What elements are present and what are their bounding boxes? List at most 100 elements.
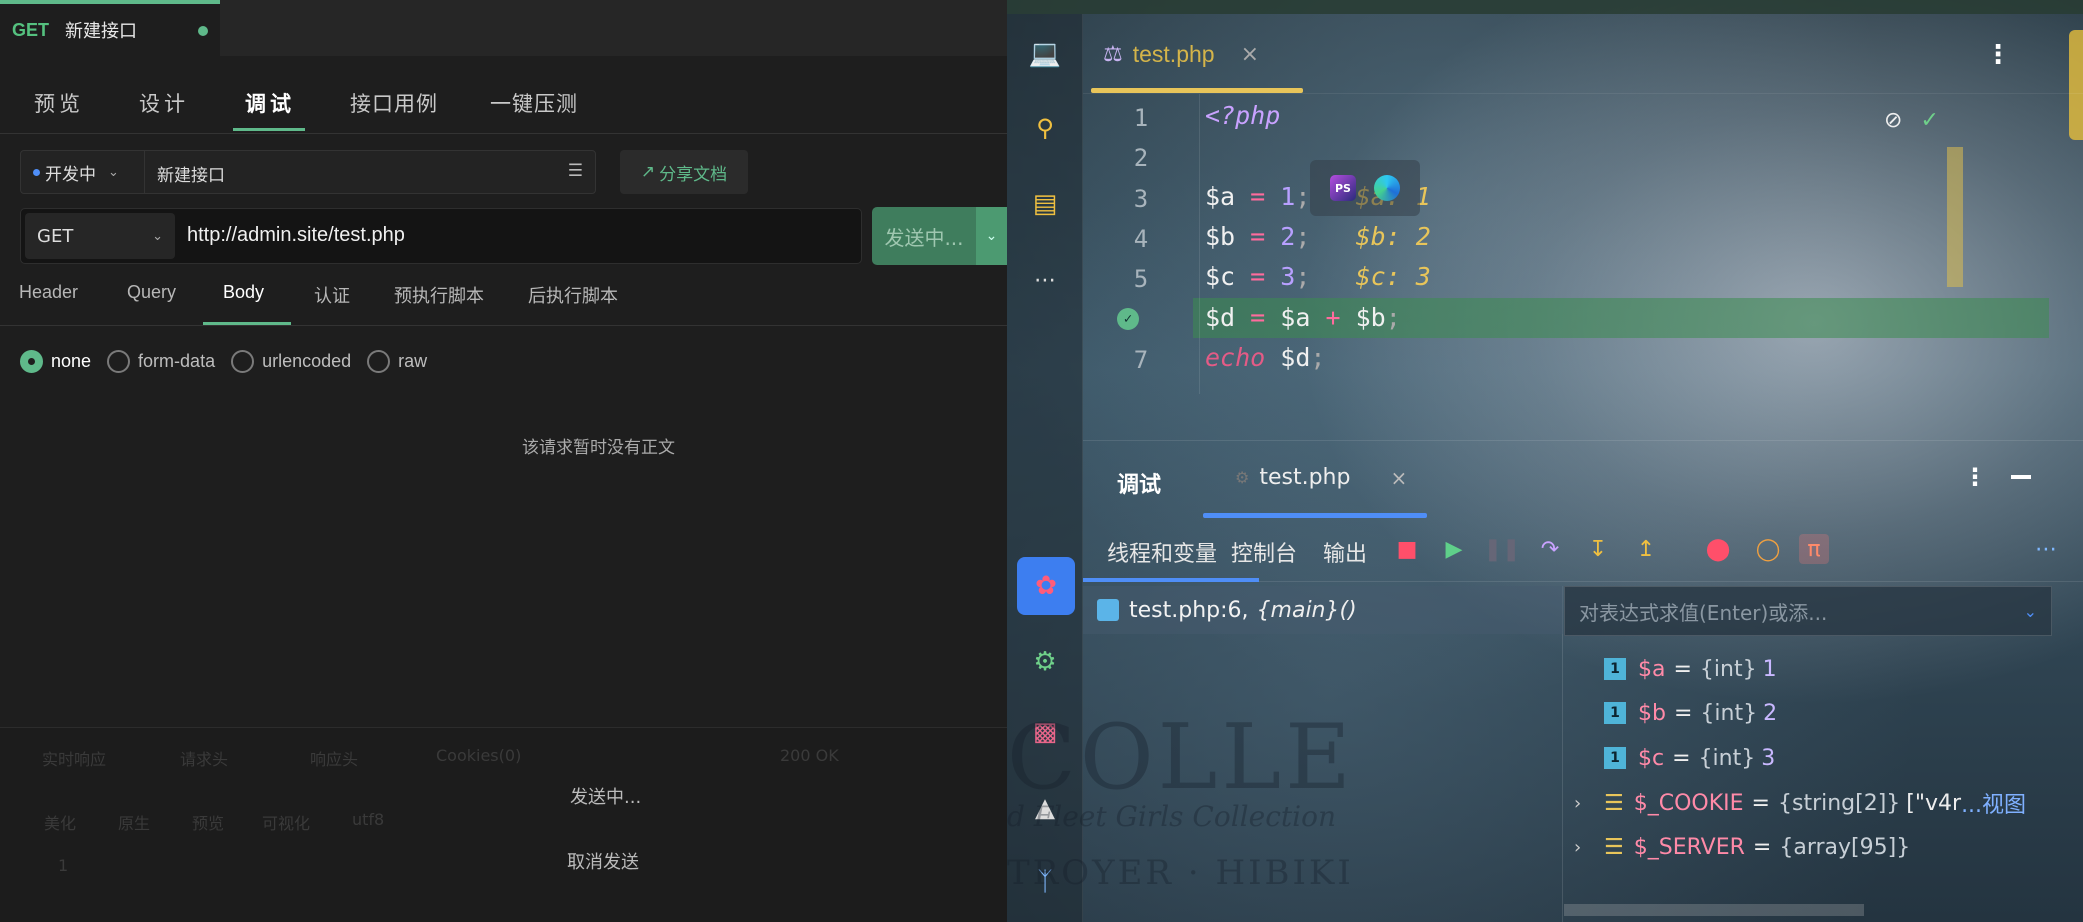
subtab-preview[interactable]: 预览 xyxy=(192,810,224,834)
code-editor[interactable]: 1 2 3 4 5 ✓ 7 <?php $a = 1; $a: 1 $b = 2… xyxy=(1083,94,2049,394)
desktop: GET 新建接口 预览 设计 调试 接口用例 一键压测 开发中 ⌄ 新建接口 ☰… xyxy=(0,0,2083,922)
edge-browser-icon[interactable] xyxy=(1374,175,1400,201)
chevron-down-icon[interactable]: ⌄ xyxy=(2024,602,2037,621)
step-into-icon[interactable]: ↧ xyxy=(1583,534,1613,564)
editor-tab-test-php[interactable]: ⚖ test.php × xyxy=(1091,14,1303,94)
no-problems-check-icon[interactable]: ✓ xyxy=(1920,108,1938,133)
frame-function: {main}() xyxy=(1256,597,1357,623)
tab-pre-script[interactable]: 预执行脚本 xyxy=(394,282,484,308)
method-select[interactable]: GET ⌄ xyxy=(25,213,175,259)
variable-row[interactable]: 1 $b = {int} 2 xyxy=(1574,693,1777,733)
code-line-7: echo $d; xyxy=(1205,343,1326,372)
debug-more-tools-icon[interactable]: ⋯ xyxy=(2031,534,2061,564)
expand-chevron-icon: › xyxy=(1574,836,1582,858)
share-icon: ↗ xyxy=(640,162,656,182)
tab-request-headers[interactable]: 请求头 xyxy=(180,746,228,770)
body-type-radios: none form-data urlencoded raw xyxy=(20,346,443,376)
response-line-number: 1 xyxy=(58,856,69,875)
tab-query[interactable]: Query xyxy=(127,282,176,303)
debug-session-tab[interactable]: ⚙ test.php × xyxy=(1235,465,1407,490)
variable-row[interactable]: › ☰ $_COOKIE = {string[2]} ["v4r ...视图 xyxy=(1574,783,2026,823)
edit-name-icon[interactable]: ☰ xyxy=(568,161,583,181)
stop-icon[interactable]: ■ xyxy=(1392,534,1422,564)
close-icon[interactable]: × xyxy=(1241,42,1259,67)
inline-value: $c: 3 xyxy=(1355,262,1431,291)
tab-body[interactable]: Body xyxy=(223,282,264,303)
radio-form-data[interactable]: form-data xyxy=(107,349,215,373)
variable-row[interactable]: 1 $a = {int} 1 xyxy=(1574,649,1777,689)
tab-design[interactable]: 设计 xyxy=(139,88,189,118)
reader-mode-eye-icon[interactable]: ⊘ xyxy=(1884,108,1902,133)
tab-threads-variables[interactable]: 线程和变量 xyxy=(1107,536,1217,568)
int-type-icon: 1 xyxy=(1604,658,1626,680)
variable-row[interactable]: › ☰ $_SERVER = {array[95]} xyxy=(1574,827,1910,867)
subtab-raw[interactable]: 原生 xyxy=(118,810,150,834)
tab-cookies[interactable]: Cookies(0) xyxy=(436,746,521,765)
pause-icon[interactable]: ❚❚ xyxy=(1484,534,1521,564)
tab-api-cases[interactable]: 接口用例 xyxy=(350,88,438,118)
line-number: 4 xyxy=(1133,225,1149,253)
tab-preview[interactable]: 预览 xyxy=(34,88,84,118)
radio-raw[interactable]: raw xyxy=(367,349,427,373)
phpstorm-icon[interactable]: PS xyxy=(1330,175,1356,201)
tab-realtime-response[interactable]: 实时响应 xyxy=(42,746,106,770)
horizontal-scrollbar[interactable] xyxy=(1564,904,1864,916)
breakpoint-check-icon[interactable]: ✓ xyxy=(1117,308,1139,330)
step-over-icon[interactable]: ↷ xyxy=(1535,534,1565,564)
view-link[interactable]: ...视图 xyxy=(1961,787,2026,819)
api-client-panel: GET 新建接口 预览 设计 调试 接口用例 一键压测 开发中 ⌄ 新建接口 ☰… xyxy=(0,0,1007,922)
send-dropdown-chevron-icon[interactable]: ⌄ xyxy=(976,207,1007,265)
debug-more-icon[interactable]: ⋮ xyxy=(1963,463,1987,491)
send-button[interactable]: 发送中... xyxy=(872,207,976,265)
editor-scrollbar[interactable] xyxy=(1947,147,1963,287)
tab-response-headers[interactable]: 响应头 xyxy=(310,746,358,770)
array-type-icon: ☰ xyxy=(1604,790,1624,816)
api-name-input[interactable]: 新建接口 xyxy=(157,161,225,186)
settings-gear-icon[interactable]: ⚙ xyxy=(1027,644,1063,680)
evaluate-icon[interactable]: π xyxy=(1799,534,1829,564)
step-out-icon[interactable]: ↥ xyxy=(1631,534,1661,564)
method-value: GET xyxy=(37,225,74,247)
cancel-send-button[interactable]: 取消发送 xyxy=(567,848,639,874)
commit-icon[interactable]: ⚲ xyxy=(1027,110,1063,146)
doc-tab-new-api[interactable]: GET 新建接口 xyxy=(0,0,220,56)
editor-more-icon[interactable]: ⋮ xyxy=(1985,40,2011,70)
status-select[interactable]: 开发中 ⌄ xyxy=(21,151,145,193)
radio-none[interactable]: none xyxy=(20,349,91,373)
session-icon: ⚙ xyxy=(1235,468,1250,487)
variable-row[interactable]: 1 $c = {int} 3 xyxy=(1574,738,1775,778)
share-doc-button[interactable]: ↗ 分享文档 xyxy=(620,150,748,194)
tab-debug[interactable]: 调试 xyxy=(245,88,295,118)
debug-session-label: test.php xyxy=(1259,465,1351,490)
mute-breakpoints-icon[interactable]: ◯ xyxy=(1753,534,1783,564)
subtab-visualize[interactable]: 可视化 xyxy=(262,810,310,834)
tab-stress-test[interactable]: 一键压测 xyxy=(490,88,578,118)
close-icon[interactable]: × xyxy=(1390,466,1407,490)
tab-console[interactable]: 控制台 xyxy=(1231,536,1297,568)
variables-panel: 对表达式求值(Enter)或添... ⌄ 1 $a = {int} 1 1 $b = … xyxy=(1564,586,2083,922)
code-line-4: $b = 2; $b: 2 xyxy=(1205,222,1431,251)
view-breakpoints-icon[interactable]: ⬤ xyxy=(1703,534,1733,564)
more-tools-icon[interactable]: ⋯ xyxy=(1027,262,1063,298)
evaluate-expression-input[interactable]: 对表达式求值(Enter)或添... ⌄ xyxy=(1564,586,2052,636)
subtab-pretty[interactable]: 美化 xyxy=(44,810,76,834)
active-editor-tab-underline xyxy=(1091,88,1303,93)
radio-urlencoded[interactable]: urlencoded xyxy=(231,349,351,373)
tab-output[interactable]: 输出 xyxy=(1323,536,1367,568)
database-icon[interactable]: ▤ xyxy=(1027,186,1063,222)
editor-inspection-tools: ⊘ ✓ xyxy=(1884,104,1994,136)
expand-chevron-icon: › xyxy=(1574,792,1582,814)
tab-post-script[interactable]: 后执行脚本 xyxy=(528,282,618,308)
resume-icon[interactable]: ▶ xyxy=(1439,534,1469,564)
tab-auth[interactable]: 认证 xyxy=(314,282,350,308)
stack-frame[interactable]: test.php:6, {main}() xyxy=(1083,586,1563,634)
encoding-select[interactable]: utf8 xyxy=(352,810,384,829)
project-icon[interactable]: 💻 xyxy=(1027,36,1063,72)
line-number: 3 xyxy=(1133,185,1149,213)
minimize-icon[interactable] xyxy=(2011,475,2031,479)
debug-icon[interactable]: ✿ xyxy=(1017,557,1075,615)
debug-tool-header: 调试 ⚙ test.php × ⋮ xyxy=(1083,440,2083,518)
url-input[interactable]: http://admin.site/test.php xyxy=(187,224,405,247)
code-line-1: <?php xyxy=(1205,101,1281,130)
tab-header[interactable]: Header xyxy=(19,282,78,303)
